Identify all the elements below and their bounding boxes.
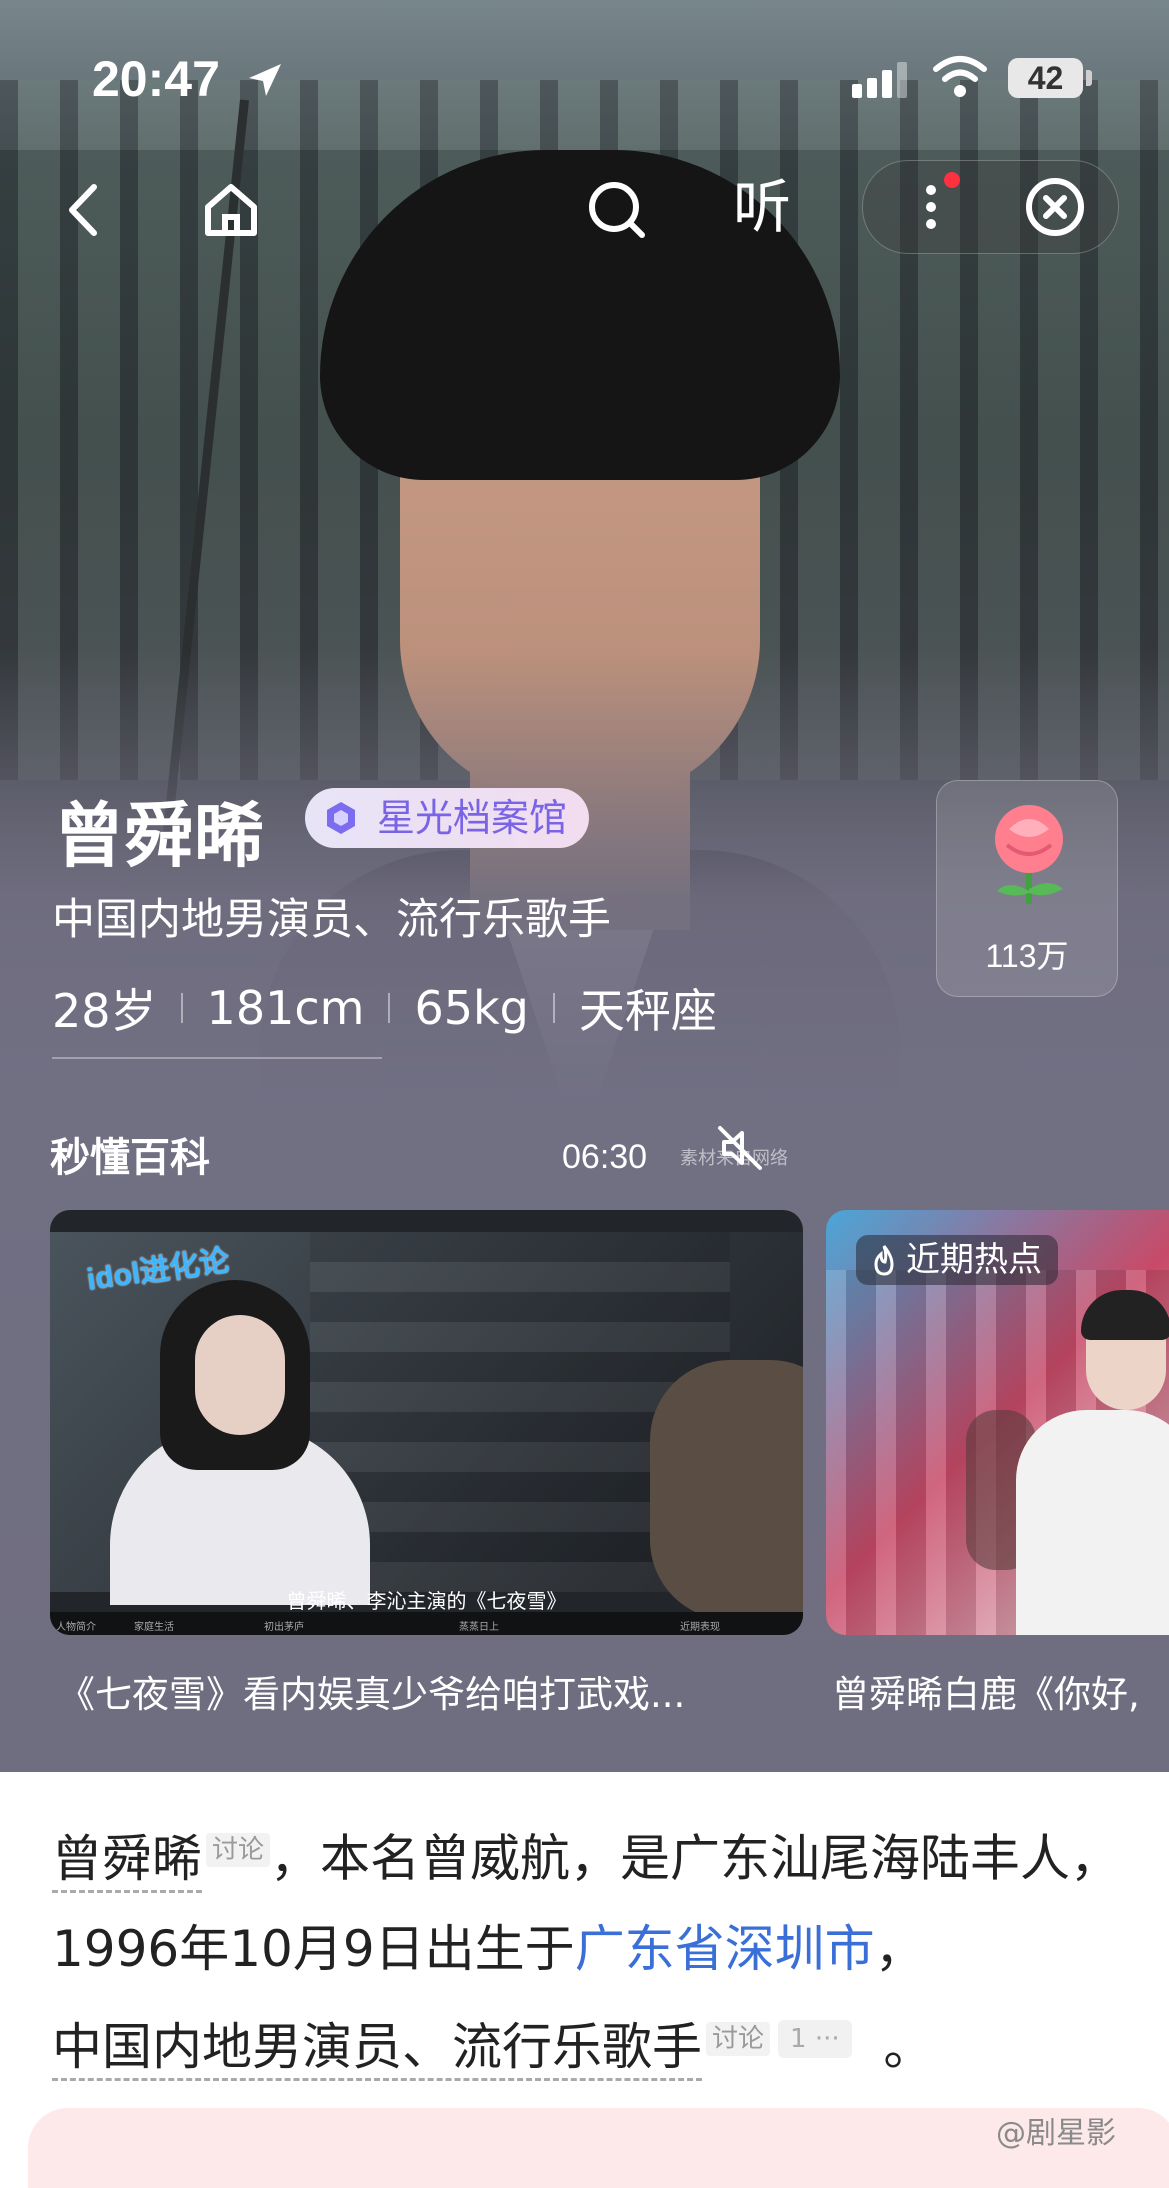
stat-divider (388, 993, 391, 1023)
celebrity-name: 曾舜晞 (54, 795, 264, 877)
summary-end: 。 (883, 2018, 934, 2077)
summary-text: ， (874, 1919, 925, 1978)
chapter-label: 家庭生活 (134, 1622, 174, 1633)
profile-stats: 28岁 181cm 65kg 天秤座 (52, 975, 717, 1041)
encyclopedia-summary: 曾舜晞 讨论 ，本名曾威航，是广东汕尾海陆丰人，1996年10月9日出生于广东省深圳… (52, 1805, 1122, 2092)
stat-divider (180, 993, 183, 1023)
status-time: 20:47 (92, 51, 220, 107)
listen-button[interactable]: 听 (733, 172, 791, 242)
occupation-link[interactable]: 中国内地男演员、流行乐歌手 (52, 2018, 702, 2082)
reference-count[interactable]: 1 ··· (778, 2019, 852, 2058)
discussion-tag[interactable]: 讨论 (706, 2021, 771, 2056)
chapter-label: 蒸蒸日上 (459, 1622, 499, 1633)
home-icon[interactable] (196, 175, 266, 245)
stat-zodiac: 天秤座 (578, 984, 717, 1038)
battery-tip (1086, 70, 1092, 86)
stat-divider (552, 993, 555, 1023)
chapter-label: 初出茅庐 (264, 1622, 304, 1633)
badge-label: 星光档案馆 (377, 796, 568, 840)
close-icon[interactable] (1020, 172, 1090, 242)
starlight-archive-badge[interactable]: 星光档案馆 (305, 788, 590, 848)
notification-dot (944, 172, 960, 188)
battery-indicator: 42 (1008, 58, 1083, 98)
wifi-icon (933, 56, 987, 97)
send-flower-button[interactable]: 113万 (936, 780, 1118, 997)
chapter-label: 近期表现 (680, 1622, 720, 1633)
trending-badge: 近期热点 (856, 1235, 1058, 1285)
video-caption[interactable]: 《七夜雪》看内娱真少爷给咱打武戏... (58, 1664, 685, 1718)
video-chapter-bar: 人物简介 家庭生活 初出茅庐 蒸蒸日上 近期表现 (50, 1612, 803, 1635)
mute-icon[interactable] (712, 1120, 768, 1176)
birthplace-link[interactable]: 广东省深圳市 (575, 1920, 875, 1978)
location-arrow-icon (249, 64, 281, 96)
stat-height: 181cm (206, 981, 365, 1035)
stat-weight: 65kg (414, 981, 529, 1035)
chapter-label: 人物简介 (56, 1622, 96, 1633)
stat-age: 28岁 (52, 984, 157, 1038)
source-watermark: @剧星影 (996, 2116, 1116, 2151)
flower-count: 113万 (985, 938, 1069, 974)
cellular-signal-icon (852, 62, 912, 98)
profile-intro: 中国内地男演员、流行乐歌手 (52, 895, 611, 945)
section-title: 秒懂百科 (50, 1135, 210, 1181)
video-subtitle: 曾舜晞、李沁主演的《七夜雪》 (286, 1589, 567, 1613)
back-icon[interactable] (50, 175, 120, 245)
discussion-tag[interactable]: 讨论 (206, 1833, 271, 1867)
rose-icon (995, 805, 1063, 904)
video-card[interactable]: idol进化论 曾舜晞、李沁主演的《七夜雪》 人物简介 家庭生活 初出茅庐 蒸蒸… (50, 1210, 803, 1635)
video-caption[interactable]: 曾舜晞白鹿《你好, (832, 1664, 1169, 1718)
name-link[interactable]: 曾舜晞 (52, 1829, 202, 1893)
video-duration: 06:30 (562, 1138, 648, 1176)
profile-divider (52, 1057, 382, 1059)
flame-icon (874, 1245, 894, 1276)
hexagon-gem-icon (327, 802, 355, 834)
search-icon[interactable] (582, 175, 652, 245)
trending-badge-label: 近期热点 (906, 1240, 1042, 1280)
status-bar: 20:47 42 (0, 0, 1169, 150)
